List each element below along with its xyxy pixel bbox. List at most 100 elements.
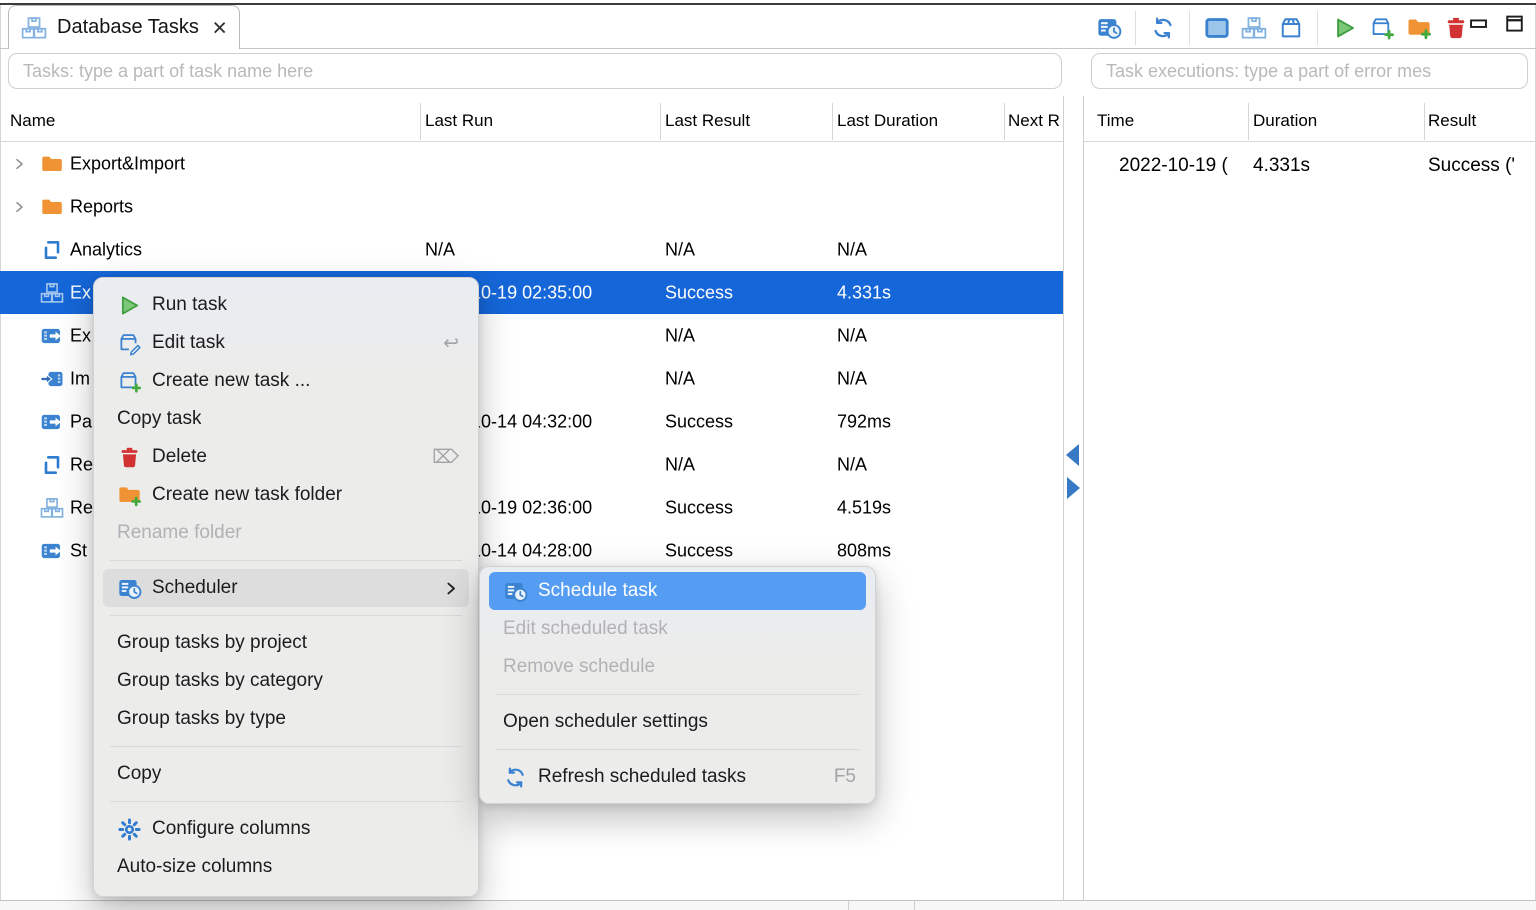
menu-separator [110,801,462,802]
task-last-result: N/A [665,239,695,260]
execution-row[interactable]: 2022-10-19 (4.331sSuccess (' [1083,142,1536,189]
menu-item-refresh-scheduled-tasks[interactable]: Refresh scheduled tasks F5 [489,758,866,796]
create-task-icon[interactable] [1368,15,1395,42]
menu-item-open-scheduler-settings[interactable]: Open scheduler settings [489,703,866,741]
task-last-result: N/A [665,325,695,346]
tab-title: Database Tasks [57,16,202,39]
toolbar-separator [1135,11,1136,45]
menu-item-label: Create new task ... [152,370,310,392]
menu-item-auto-size-columns[interactable]: Auto-size columns [103,848,469,886]
refresh-icon[interactable] [1149,15,1176,42]
task-name: Pa [70,411,92,432]
menu-item-scheduler[interactable]: Scheduler [103,569,469,607]
gear-icon [117,817,142,842]
export-icon [40,539,64,563]
tasks-filter-input[interactable] [8,53,1062,89]
menu-item-group-tasks-by-type[interactable]: Group tasks by type [103,700,469,738]
menu-item-create-new-task-folder[interactable]: Create new task folder [103,476,469,514]
boxes-icon [40,496,64,520]
menu-item-delete[interactable]: Delete⌦ [103,438,469,476]
tasks-table-header: Name Last Run Last Result Last Duration Next… [0,101,1063,142]
run-task-icon[interactable] [1331,15,1358,42]
menu-item-copy[interactable]: Copy [103,755,469,793]
column-header-result[interactable]: Result [1428,111,1476,131]
expander-chevron-icon[interactable] [11,199,27,215]
column-header-next-r[interactable]: Next R [1008,111,1060,131]
menu-item-label: Rename folder [117,522,242,544]
expander-chevron-icon[interactable] [11,156,27,172]
column-header-duration[interactable]: Duration [1253,111,1317,131]
trash-icon [117,445,142,470]
execution-duration: 4.331s [1253,155,1310,177]
executions-table-header: Time Duration Result [1083,101,1536,142]
task-name: Ex [70,325,91,346]
column-header-last-result[interactable]: Last Result [665,111,750,131]
task-last-duration: 4.519s [837,497,891,518]
menu-item-group-tasks-by-category[interactable]: Group tasks by category [103,662,469,700]
header-separator [832,103,833,140]
menu-shortcut: F5 [834,766,856,788]
menu-item-schedule-task[interactable]: Schedule task [489,572,866,610]
task-name: Im [70,368,90,389]
window-buttons [1466,11,1526,35]
task-last-duration: 792ms [837,411,891,432]
scheduler-view-icon[interactable] [1095,15,1122,42]
bottom-divider-tick [848,901,849,910]
create-task-folder-icon[interactable] [1405,15,1432,42]
menu-item-label: Configure columns [152,818,310,840]
task-row[interactable]: Reports [0,185,1063,228]
task-last-result: N/A [665,454,695,475]
maximize-icon[interactable] [1502,11,1526,35]
column-header-last-run[interactable]: Last Run [425,111,493,131]
toolbar-separator [1189,11,1190,45]
menu-item-label: Group tasks by type [117,708,286,730]
menu-item-run-task[interactable]: Run task [103,286,469,324]
column-header-last-duration[interactable]: Last Duration [837,111,938,131]
menu-separator [110,615,462,616]
menu-item-edit-task[interactable]: Edit task↩ [103,324,469,362]
task-row[interactable]: Export&Import [0,142,1063,185]
scheduler-icon [503,579,528,604]
import-icon [40,367,64,391]
panel-divider-right[interactable] [1083,96,1084,900]
minimize-icon[interactable] [1466,11,1490,35]
menu-item-copy-task[interactable]: Copy task [103,400,469,438]
task-last-result: Success [665,411,733,432]
header-separator [420,103,421,140]
task-row[interactable]: AnalyticsN/AN/AN/A [0,228,1063,271]
header-separator [660,103,661,140]
menu-item-label: Refresh scheduled tasks [538,766,746,788]
export-icon [40,324,64,348]
menu-item-label: Scheduler [152,577,238,599]
task-box-icon[interactable] [1277,15,1304,42]
menu-item-label: Auto-size columns [117,856,272,878]
boxes-icon [40,281,64,305]
delete-task-icon[interactable] [1442,15,1469,42]
task-last-duration: N/A [837,239,867,260]
script-icon [40,453,64,477]
task-last-duration: 4.331s [837,282,891,303]
column-header-time[interactable]: Time [1097,111,1134,131]
script-icon [40,238,64,262]
menu-item-group-tasks-by-project[interactable]: Group tasks by project [103,624,469,662]
tab-close-icon[interactable]: × [212,17,227,39]
collapse-right-arrow-icon[interactable] [1067,477,1080,499]
task-last-result: N/A [665,368,695,389]
collapse-left-arrow-icon[interactable] [1066,444,1079,466]
panel-divider-left[interactable] [1063,96,1064,900]
executions-filter-input[interactable] [1091,53,1528,89]
folder-icon [40,195,64,219]
refresh-icon [503,765,528,790]
task-last-result: Success [665,497,733,518]
tab-database-tasks[interactable]: Database Tasks × [8,5,240,49]
play-icon [117,293,142,318]
column-header-name[interactable]: Name [10,111,55,131]
menu-item-edit-scheduled-task: Edit scheduled task [489,610,866,648]
menu-item-configure-columns[interactable]: Configure columns [103,810,469,848]
menu-item-create-new-task[interactable]: Create new task ... [103,362,469,400]
menu-item-label: Group tasks by project [117,632,307,654]
task-last-result: Success [665,540,733,561]
task-name: Ex [70,282,91,303]
panel-icon[interactable] [1203,15,1230,42]
task-boxes-icon[interactable] [1240,15,1267,42]
